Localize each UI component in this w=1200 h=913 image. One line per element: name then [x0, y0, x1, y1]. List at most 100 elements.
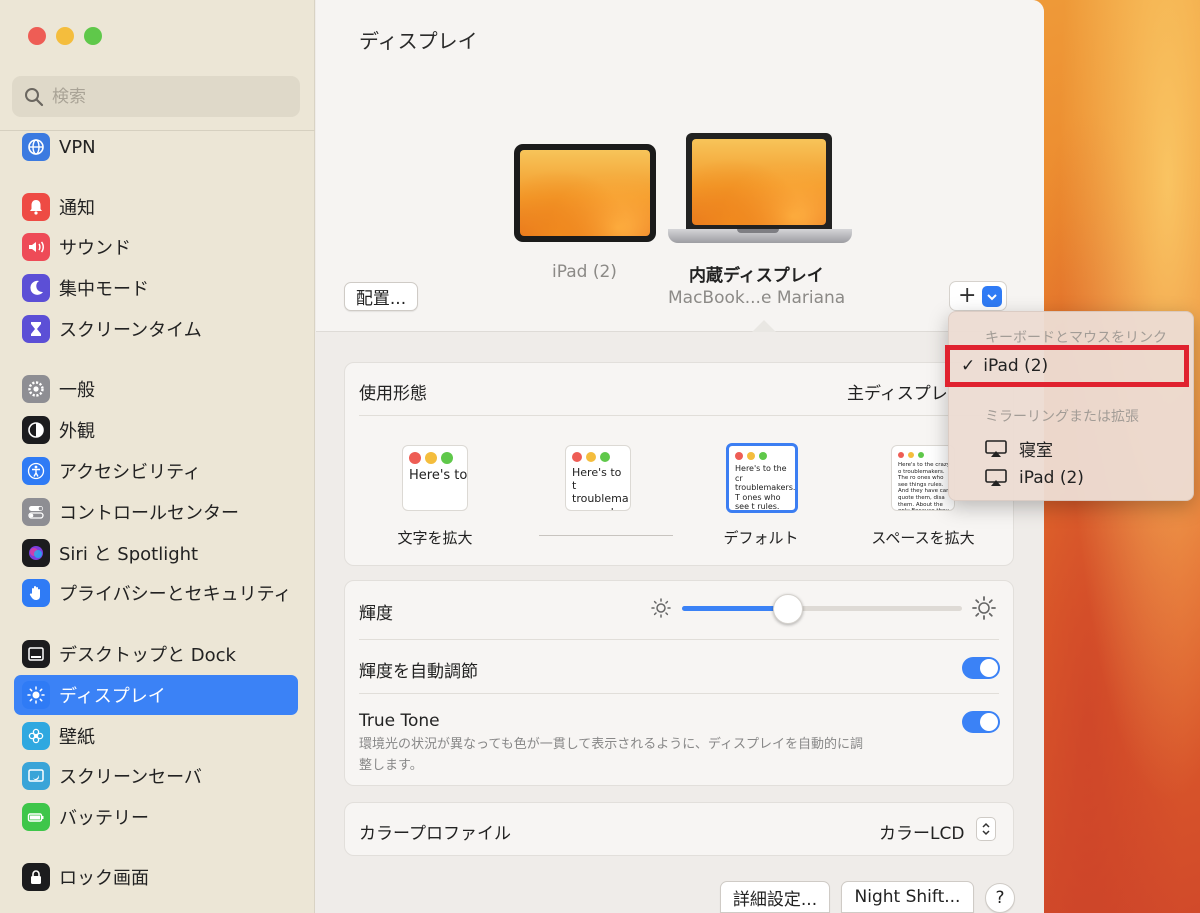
- sidebar-item-label: アクセシビリティ: [59, 462, 202, 483]
- sidebar-item-screensaver[interactable]: スクリーンセーバ: [14, 756, 298, 796]
- thumb-sample: Here's to troublem: [409, 468, 468, 483]
- thumb-sample: Here's to t troublema ones who: [572, 466, 629, 510]
- window-controls: [28, 27, 102, 45]
- menu-item-label: iPad (2): [1019, 468, 1084, 488]
- globe-icon: [22, 133, 50, 161]
- default-caption: デフォルト: [723, 529, 799, 547]
- accessibility-icon: [22, 457, 50, 485]
- sidebar-item-sound[interactable]: サウンド: [14, 227, 298, 267]
- larger-text-option[interactable]: Here's to troublem: [402, 445, 468, 511]
- siri-icon: [22, 539, 50, 567]
- sidebar-item-label: プライバシーとセキュリティ: [59, 584, 292, 605]
- chevron-down-icon[interactable]: [982, 286, 1002, 307]
- true-tone-label: True Tone: [359, 711, 440, 731]
- sidebar-item-general[interactable]: 一般: [14, 369, 298, 409]
- menu-item-bedroom[interactable]: 寝室: [985, 436, 1053, 461]
- sidebar-item-label: 壁紙: [59, 727, 95, 748]
- arrange-button[interactable]: 配置...: [344, 282, 418, 311]
- up-down-arrows-icon: [982, 822, 990, 836]
- appearance-icon: [22, 416, 50, 444]
- option-separator-line: [539, 535, 673, 536]
- night-shift-button[interactable]: Night Shift...: [841, 881, 974, 913]
- airplay-icon: [985, 439, 1007, 457]
- macbook-notch: [737, 229, 779, 233]
- sidebar-item-label: 集中モード: [59, 279, 149, 300]
- sidebar-item-label: コントロールセンター: [59, 503, 239, 524]
- gear-icon: [22, 375, 50, 403]
- sidebar-item-appearance[interactable]: 外観: [14, 410, 298, 450]
- add-display-button[interactable]: +: [949, 281, 1007, 311]
- annotation-highlight-box: [945, 345, 1189, 387]
- settings-window: VPN 通知 サウンド 集中モード スクリーンタイム 一般 外観: [0, 0, 1044, 913]
- menu-heading-mirror: ミラーリングまたは拡張: [985, 409, 1139, 425]
- sidebar-item-control-center[interactable]: コントロールセンター: [14, 492, 298, 532]
- usage-panel: 使用形態 主ディスプレ Here's to troublem 文字を拡大 Her…: [344, 362, 1014, 566]
- speaker-icon: [22, 233, 50, 261]
- sidebar-item-focus[interactable]: 集中モード: [14, 268, 298, 308]
- sidebar-item-label: VPN: [59, 136, 96, 158]
- thumb-sample: Here's to the crazy o troublemakers. The…: [898, 462, 951, 510]
- sun-icon: [22, 681, 50, 709]
- sidebar-item-battery[interactable]: バッテリー: [14, 797, 298, 837]
- sidebar-item-displays[interactable]: ディスプレイ: [14, 675, 298, 715]
- auto-brightness-label: 輝度を自動調節: [359, 662, 478, 682]
- sidebar-item-label: 通知: [59, 198, 95, 219]
- sidebar-item-lock-screen[interactable]: ロック画面: [14, 857, 298, 897]
- screensaver-icon: [22, 762, 50, 790]
- minimize-button[interactable]: [56, 27, 74, 45]
- brightness-high-icon: [972, 596, 996, 620]
- sidebar-item-label: サウンド: [59, 238, 131, 259]
- toggles-icon: [22, 498, 50, 526]
- sidebar-item-siri[interactable]: Siri と Spotlight: [14, 533, 298, 573]
- close-button[interactable]: [28, 27, 46, 45]
- battery-icon: [22, 803, 50, 831]
- flower-icon: [22, 722, 50, 750]
- color-profile-panel: カラープロファイル カラーLCD: [344, 802, 1014, 856]
- search-icon: [25, 87, 44, 106]
- moon-icon: [22, 274, 50, 302]
- sidebar-item-label: ロック画面: [59, 868, 149, 889]
- sidebar-item-screen-time[interactable]: スクリーンタイム: [14, 309, 298, 349]
- macbook-display-thumbnail[interactable]: [686, 133, 832, 229]
- menu-item-ipad-mirror[interactable]: iPad (2): [985, 468, 1084, 488]
- default-option[interactable]: Here's to the cr troublemakers. T ones w…: [726, 443, 798, 513]
- advanced-settings-button[interactable]: 詳細設定...: [720, 881, 830, 913]
- search-input[interactable]: [52, 86, 272, 107]
- search-field[interactable]: [12, 76, 300, 117]
- more-space-option[interactable]: Here's to the crazy o troublemakers. The…: [891, 445, 955, 511]
- sidebar-item-label: スクリーンセーバ: [59, 767, 202, 788]
- thumb-sample: Here's to the cr troublemakers. T ones w…: [735, 464, 796, 512]
- ipad-display-thumbnail[interactable]: [514, 144, 656, 242]
- medium-text-option[interactable]: Here's to t troublema ones who: [565, 445, 631, 511]
- sidebar-item-desktop-dock[interactable]: デスクトップと Dock: [14, 634, 298, 674]
- sidebar-item-label: 外観: [59, 421, 95, 442]
- sidebar-item-vpn[interactable]: VPN: [14, 127, 298, 167]
- brightness-divider: [359, 639, 999, 640]
- sidebar-item-label: Siri と Spotlight: [59, 544, 199, 565]
- larger-text-caption: 文字を拡大: [397, 529, 473, 547]
- sidebar-item-wallpaper[interactable]: 壁紙: [14, 716, 298, 756]
- auto-brightness-toggle[interactable]: [962, 657, 1000, 679]
- sidebar: VPN 通知 サウンド 集中モード スクリーンタイム 一般 外観: [0, 0, 315, 913]
- color-profile-stepper[interactable]: [976, 817, 996, 841]
- main-content: ディスプレイ iPad (2) 内蔵ディスプレイ MacBook...e Mar…: [316, 0, 1044, 913]
- menu-heading-link: キーボードとマウスをリンク: [985, 330, 1167, 346]
- sidebar-item-label: ディスプレイ: [59, 686, 166, 707]
- display-arrangement: ディスプレイ iPad (2) 内蔵ディスプレイ MacBook...e Mar…: [316, 0, 1044, 332]
- more-space-caption: スペースを拡大: [871, 529, 975, 547]
- usage-divider: [359, 415, 999, 416]
- help-button[interactable]: ?: [985, 883, 1015, 913]
- sidebar-item-accessibility[interactable]: アクセシビリティ: [14, 451, 298, 491]
- true-tone-description-1: 環境光の状況が異なっても色が一貫して表示されるように、ディスプレイを自動的に調: [359, 737, 864, 752]
- hourglass-icon: [22, 315, 50, 343]
- true-tone-toggle[interactable]: [962, 711, 1000, 733]
- airplay-icon: [985, 469, 1007, 486]
- sidebar-item-notifications[interactable]: 通知: [14, 187, 298, 227]
- page-title: ディスプレイ: [359, 29, 478, 53]
- sidebar-item-privacy[interactable]: プライバシーとセキュリティ: [14, 573, 298, 613]
- zoom-button[interactable]: [84, 27, 102, 45]
- lock-icon: [22, 863, 50, 891]
- usage-value[interactable]: 主ディスプレ: [847, 379, 948, 404]
- color-profile-value[interactable]: カラーLCD: [879, 819, 964, 844]
- selection-pointer: [752, 320, 776, 332]
